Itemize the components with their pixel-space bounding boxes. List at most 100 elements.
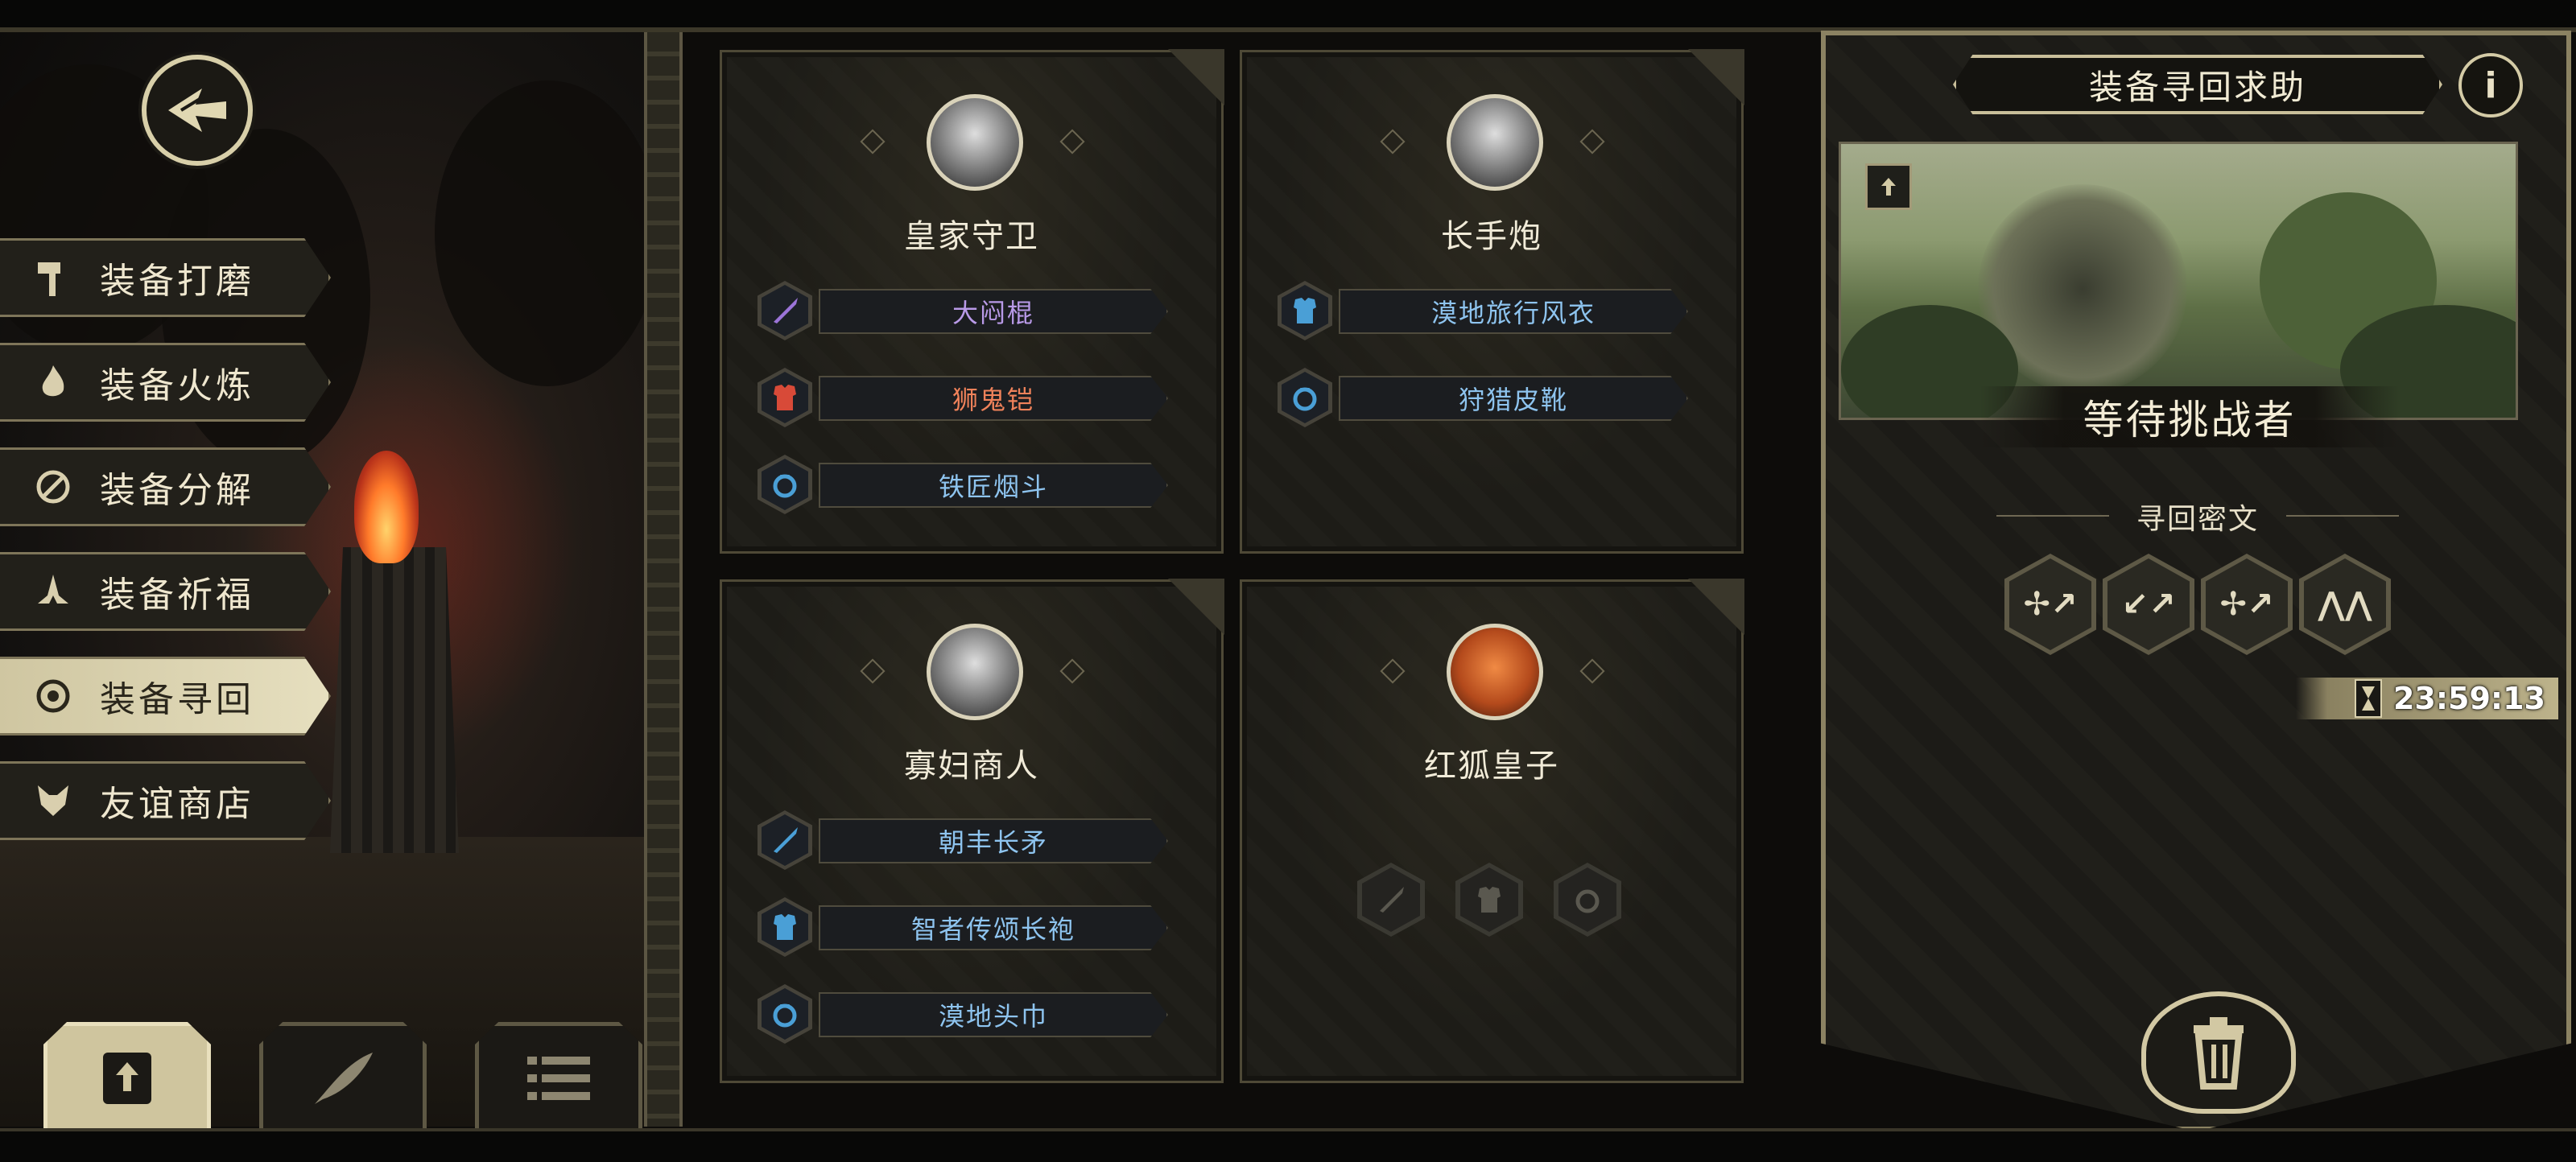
export-icon xyxy=(103,1053,151,1104)
menu-label: 友谊商店 xyxy=(100,784,254,825)
rune-glyph: ✢↗ xyxy=(2009,558,2091,650)
menu-label: 装备打磨 xyxy=(100,261,254,302)
character-name: 皇家守卫 xyxy=(904,218,1039,255)
armor-icon xyxy=(774,385,796,410)
flame-icon xyxy=(29,358,77,406)
character-card[interactable]: 寡妇商人 朝丰长矛 智者传颂长袍 漠地头巾 xyxy=(720,579,1224,1083)
menu-item-retrieve[interactable]: 装备寻回 xyxy=(0,657,331,736)
ornament xyxy=(860,129,886,155)
equipment-row[interactable]: 漠地旅行风衣 xyxy=(1278,281,1696,340)
menu-label: 装备祈福 xyxy=(100,575,254,616)
avatar xyxy=(1447,624,1543,720)
ornament xyxy=(860,658,886,684)
rune-tile[interactable]: ↙↗ xyxy=(2103,554,2194,655)
character-card[interactable]: 长手炮 漠地旅行风衣 狩猎皮靴 xyxy=(1240,49,1744,554)
equipment-row[interactable]: 漠地头巾 xyxy=(758,984,1176,1044)
torch-stand xyxy=(330,547,459,853)
card-corner xyxy=(1168,579,1224,635)
status-text: 等待挑战者 xyxy=(1980,386,2399,447)
equipment-row[interactable]: 狩猎皮靴 xyxy=(1278,368,1696,427)
rune-tile[interactable]: ✢↗ xyxy=(2201,554,2293,655)
avatar xyxy=(927,94,1023,191)
character-name: 红狐皇子 xyxy=(1424,748,1559,785)
fox-icon xyxy=(29,777,77,825)
character-name: 长手炮 xyxy=(1441,218,1542,255)
rock-silhouette xyxy=(435,80,644,386)
equipment-row[interactable]: 大闷棍 xyxy=(758,281,1176,340)
menu-item-disassemble[interactable]: 装备分解 xyxy=(0,447,331,526)
menu-item-polish[interactable]: 装备打磨 xyxy=(0,238,331,317)
equipment-name: 漠地头巾 xyxy=(819,992,1168,1037)
card-corner xyxy=(1688,579,1744,635)
menu-item-pray[interactable]: 装备祈福 xyxy=(0,552,331,631)
ring-icon xyxy=(773,1003,797,1028)
disassemble-icon xyxy=(29,463,77,511)
torch-flame xyxy=(354,451,419,563)
equipment-name: 大闷棍 xyxy=(819,289,1168,334)
cancel-request-button[interactable] xyxy=(2141,991,2296,1114)
equipment-name: 智者传颂长袍 xyxy=(819,905,1168,950)
ornament xyxy=(1380,129,1406,155)
rune-glyph: ↙↗ xyxy=(2107,558,2190,650)
equipment-name: 狮鬼铠 xyxy=(819,376,1168,421)
sword-icon xyxy=(774,298,798,323)
rune-tile[interactable]: ✢↗ xyxy=(2004,554,2096,655)
hammer-icon xyxy=(29,253,77,302)
equipment-row[interactable]: 智者传颂长袍 xyxy=(758,897,1176,957)
equipment-name: 铁匠烟斗 xyxy=(819,463,1168,508)
tab-feather[interactable] xyxy=(259,1022,427,1135)
cipher-runes: ✢↗ ↙↗ ✢↗ ⋀⋀ xyxy=(2004,554,2391,655)
ornate-divider xyxy=(644,32,683,1127)
armor-icon xyxy=(1478,887,1501,913)
feather-icon xyxy=(315,1053,373,1104)
menu-label: 装备分解 xyxy=(100,470,254,511)
countdown-timer: 23:59:13 xyxy=(2296,678,2558,719)
tab-export[interactable] xyxy=(43,1022,211,1135)
equipment-row[interactable]: 朝丰长矛 xyxy=(758,810,1176,870)
card-corner xyxy=(1688,49,1744,105)
character-card[interactable]: 皇家守卫 大闷棍 狮鬼铠 铁匠烟斗 xyxy=(720,49,1224,554)
hourglass-icon xyxy=(2354,679,2382,718)
ring-icon xyxy=(1293,387,1317,411)
character-card[interactable]: 红狐皇子 xyxy=(1240,579,1744,1083)
card-corner xyxy=(1168,49,1224,105)
share-button[interactable] xyxy=(1865,163,1912,210)
back-arrow-icon xyxy=(168,89,226,132)
equipment-name: 狩猎皮靴 xyxy=(1339,376,1688,421)
target-icon xyxy=(29,672,77,720)
timer-text: 23:59:13 xyxy=(2392,681,2545,716)
back-button[interactable] xyxy=(142,55,253,166)
cipher-label: 寻回密文 xyxy=(1996,496,2399,538)
equipment-row[interactable]: 狮鬼铠 xyxy=(758,368,1176,427)
menu-label: 装备寻回 xyxy=(100,679,254,720)
stage-banner xyxy=(1839,142,2518,420)
menu-item-fire-refine[interactable]: 装备火炼 xyxy=(0,343,331,422)
character-name: 寡妇商人 xyxy=(904,748,1039,785)
ring-icon xyxy=(773,474,797,498)
armor-icon xyxy=(774,914,796,940)
pray-icon xyxy=(29,567,77,616)
avatar xyxy=(927,624,1023,720)
ornament xyxy=(1380,658,1406,684)
ring-icon xyxy=(1575,889,1600,913)
sword-icon xyxy=(774,827,798,853)
avatar xyxy=(1447,94,1543,191)
armor-icon xyxy=(1294,298,1316,323)
equipment-row[interactable]: 铁匠烟斗 xyxy=(758,455,1176,514)
top-bar xyxy=(0,0,2576,32)
rune-glyph: ✢↗ xyxy=(2206,558,2288,650)
bottom-tabs xyxy=(43,1022,642,1135)
equipment-name: 朝丰长矛 xyxy=(819,818,1168,863)
tab-list[interactable] xyxy=(475,1022,642,1135)
equipment-name: 漠地旅行风衣 xyxy=(1339,289,1688,334)
share-icon xyxy=(1881,178,1896,196)
menu-item-friend-shop[interactable]: 友谊商店 xyxy=(0,761,331,840)
ornament xyxy=(1579,658,1605,684)
rune-tile[interactable]: ⋀⋀ xyxy=(2299,554,2391,655)
panel-title: 装备寻回求助 xyxy=(1953,55,2442,114)
info-button[interactable]: i xyxy=(2458,53,2523,117)
menu-label: 装备火炼 xyxy=(100,365,254,406)
left-menu: 装备打磨 装备火炼 装备分解 装备祈福 装备寻回 友谊商店 xyxy=(0,238,331,866)
ornament xyxy=(1059,658,1085,684)
trash-icon xyxy=(2194,1017,2244,1090)
